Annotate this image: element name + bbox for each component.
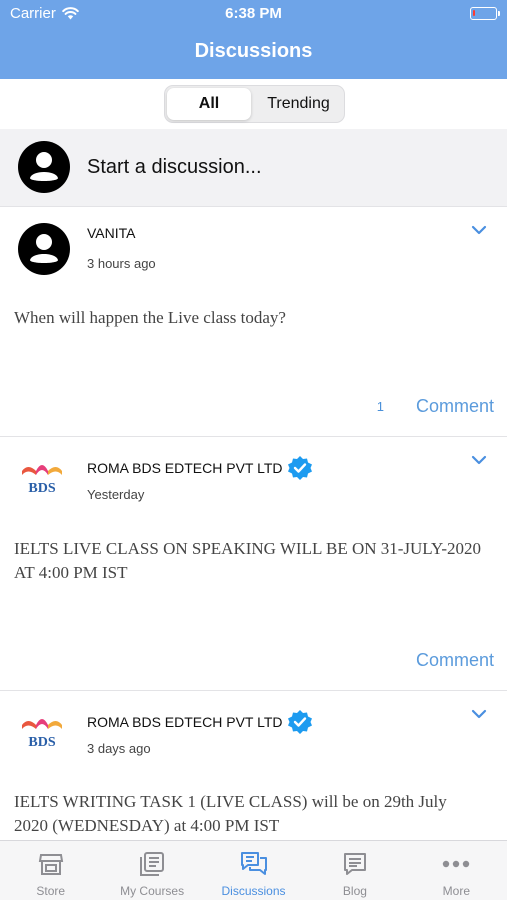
- logo-text: BDS: [28, 735, 55, 749]
- post-body: IELTS WRITING TASK 1 (LIVE CLASS) will b…: [14, 792, 447, 835]
- discussion-post: BDS ROMA BDS EDTECH PVT LTD 3 days ago I…: [0, 691, 507, 840]
- battery-level: [473, 10, 475, 16]
- comment-button[interactable]: Comment: [416, 396, 494, 417]
- discussion-post: VANITA 3 hours ago When will happen the …: [0, 207, 507, 437]
- page-title: Discussions: [194, 40, 313, 62]
- chevron-down-icon[interactable]: [471, 709, 487, 719]
- post-author: VANITA: [87, 225, 136, 241]
- start-discussion-row[interactable]: Start a discussion...: [0, 129, 507, 207]
- segmented-control: All Trending: [164, 85, 345, 123]
- courses-icon: [140, 852, 165, 876]
- verified-badge-icon: [287, 456, 312, 480]
- segment-trending[interactable]: Trending: [253, 88, 344, 120]
- battery-icon: [470, 7, 500, 20]
- tab-label: Discussions: [221, 884, 286, 898]
- logo-text: BDS: [28, 481, 55, 495]
- verified-badge-icon: [287, 710, 312, 734]
- tab-more[interactable]: More: [406, 841, 507, 900]
- post-time: 3 days ago: [87, 741, 151, 756]
- more-icon: [443, 860, 470, 868]
- status-bar: Carrier 6:38 PM: [0, 0, 507, 28]
- nav-header: Carrier 6:38 PM Discussions: [0, 0, 507, 79]
- bds-logo: BDS: [18, 709, 66, 750]
- tab-label: More: [442, 884, 470, 898]
- user-avatar-icon: [18, 223, 70, 275]
- chevron-down-icon[interactable]: [471, 455, 487, 465]
- bds-logo: BDS: [18, 455, 66, 496]
- post-body: IELTS LIVE CLASS ON SPEAKING WILL BE ON …: [14, 539, 482, 582]
- book-logo-icon: BDS: [22, 465, 62, 496]
- post-body: When will happen the Live class today?: [14, 308, 286, 327]
- post-time: Yesterday: [87, 487, 145, 502]
- post-author: ROMA BDS EDTECH PVT LTD: [87, 709, 313, 735]
- author-name: ROMA BDS EDTECH PVT LTD: [87, 714, 283, 730]
- discussions-icon: [240, 852, 267, 875]
- user-avatar-icon: [18, 141, 70, 193]
- blog-icon: [343, 853, 366, 875]
- author-name: ROMA BDS EDTECH PVT LTD: [87, 460, 283, 476]
- filter-bar: All Trending: [0, 79, 507, 129]
- tab-label: Blog: [342, 884, 367, 898]
- discussion-post: BDS ROMA BDS EDTECH PVT LTD Yesterday IE…: [0, 437, 507, 691]
- book-logo-icon: BDS: [22, 719, 62, 750]
- status-time: 6:38 PM: [225, 5, 282, 22]
- tab-my-courses[interactable]: My Courses: [101, 841, 202, 900]
- comment-count: 1: [376, 399, 384, 414]
- post-author: ROMA BDS EDTECH PVT LTD: [87, 455, 313, 481]
- chevron-down-icon[interactable]: [471, 225, 487, 235]
- post-time: 3 hours ago: [87, 256, 156, 271]
- tab-label: Store: [36, 884, 66, 898]
- comment-button[interactable]: Comment: [416, 650, 494, 671]
- segment-all[interactable]: All: [167, 88, 251, 120]
- store-icon: [38, 854, 63, 875]
- tab-label: My Courses: [120, 884, 185, 898]
- tab-discussions[interactable]: Discussions: [203, 841, 304, 900]
- tab-store[interactable]: Store: [0, 841, 101, 900]
- tab-blog[interactable]: Blog: [304, 841, 405, 900]
- tab-bar: Store My Courses Discussions Blog More: [0, 840, 507, 900]
- start-discussion-input[interactable]: Start a discussion...: [87, 156, 262, 179]
- author-name: VANITA: [87, 225, 136, 241]
